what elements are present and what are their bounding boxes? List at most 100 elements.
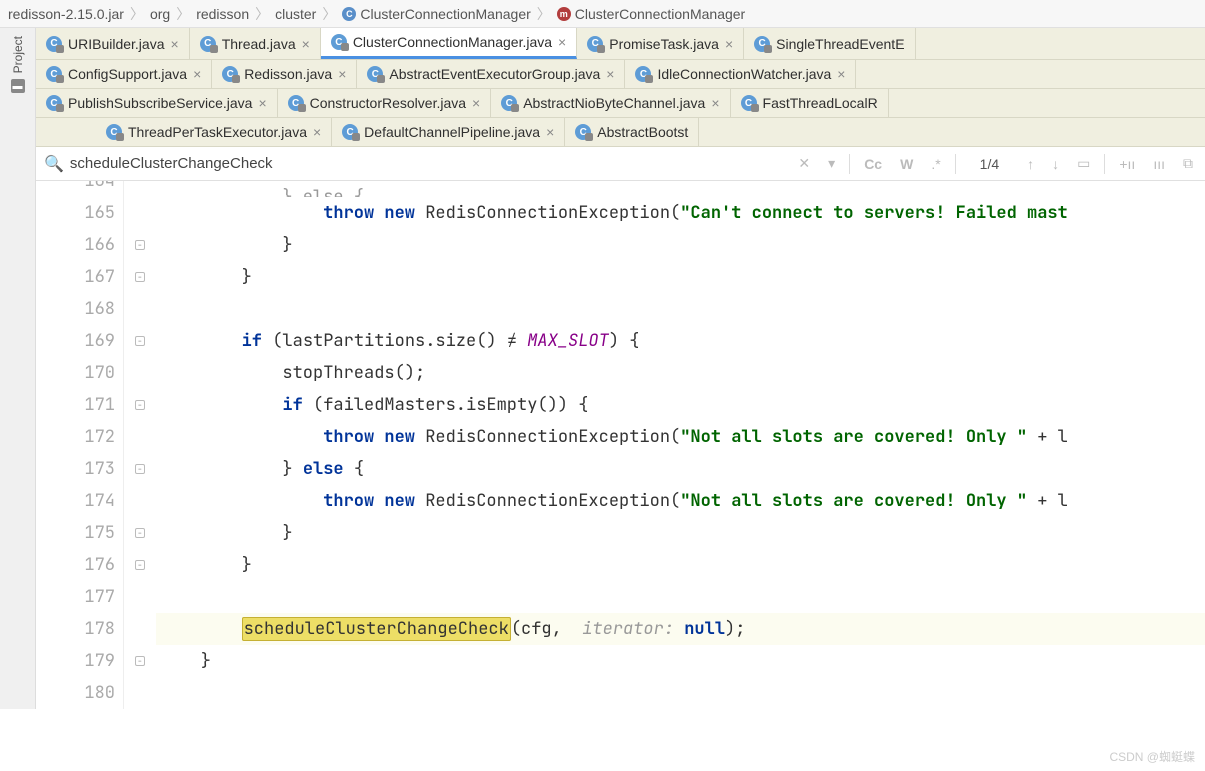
close-tab-icon[interactable]: × — [258, 95, 266, 111]
breadcrumb-item[interactable]: redisson — [196, 6, 249, 22]
close-tab-icon[interactable]: × — [302, 36, 310, 52]
java-class-icon: C — [106, 124, 122, 140]
tab-label: ConfigSupport.java — [68, 66, 187, 82]
fold-icon[interactable]: − — [135, 400, 145, 410]
editor-tab[interactable]: CAbstractBootst — [565, 118, 699, 146]
code-line[interactable]: if (failedMasters.isEmpty()) { — [156, 389, 1205, 421]
code-line[interactable] — [156, 677, 1205, 709]
fold-icon[interactable]: − — [135, 560, 145, 570]
editor-tab[interactable]: C ConfigSupport.java × — [36, 60, 212, 88]
code-editor[interactable]: 1641651661671681691701711721731741751761… — [36, 181, 1205, 709]
editor-tab[interactable]: C FastThreadLocalR — [731, 89, 889, 117]
clear-search-icon[interactable]: ✕ — [794, 153, 814, 174]
code-line[interactable]: } — [156, 229, 1205, 261]
code-line[interactable]: } else { — [156, 453, 1205, 485]
match-case-toggle[interactable]: Cc — [860, 154, 886, 174]
editor-tab[interactable]: CDefaultChannelPipeline.java× — [332, 118, 565, 146]
java-class-icon: C — [200, 36, 216, 52]
fold-icon[interactable]: − — [135, 240, 145, 250]
editor-tab[interactable]: CConstructorResolver.java× — [278, 89, 492, 117]
chevron-right-icon: 〉 — [322, 4, 336, 24]
close-tab-icon[interactable]: × — [837, 66, 845, 82]
code-line[interactable]: } — [156, 261, 1205, 293]
tab-label: PublishSubscribeService.java — [68, 95, 252, 111]
close-tab-icon[interactable]: × — [313, 124, 321, 140]
java-class-icon: C — [741, 95, 757, 111]
close-tab-icon[interactable]: × — [338, 66, 346, 82]
search-icon: 🔍 — [44, 154, 64, 174]
java-class-icon: C — [331, 34, 347, 50]
code-area[interactable]: } else { throw new RedisConnectionExcept… — [156, 181, 1205, 709]
tab-label: ThreadPerTaskExecutor.java — [128, 124, 307, 140]
add-selection-icon[interactable]: +ıı — [1115, 154, 1139, 174]
breadcrumb-item[interactable]: cluster — [275, 6, 316, 22]
editor-tab[interactable]: CThread.java× — [190, 28, 321, 59]
editor-tab[interactable]: CAbstractEventExecutorGroup.java× — [357, 60, 625, 88]
tab-label: FastThreadLocalR — [763, 95, 878, 111]
code-line[interactable]: } — [156, 645, 1205, 677]
close-tab-icon[interactable]: × — [558, 34, 566, 50]
editor-tab[interactable]: CURIBuilder.java× — [36, 28, 190, 59]
breadcrumb-item[interactable]: m ClusterConnectionManager — [557, 6, 745, 22]
editor-tab[interactable]: CIdleConnectionWatcher.java× — [625, 60, 856, 88]
editor-tab[interactable]: CPromiseTask.java× — [577, 28, 744, 59]
code-line[interactable] — [156, 581, 1205, 613]
close-tab-icon[interactable]: × — [171, 36, 179, 52]
breadcrumb-item[interactable]: org — [150, 6, 170, 22]
next-match-icon[interactable]: ↓ — [1048, 154, 1063, 174]
tab-label: URIBuilder.java — [68, 36, 165, 52]
code-line[interactable]: scheduleClusterChangeCheck(cfg, iterator… — [156, 613, 1205, 645]
editor-tab[interactable]: C SingleThreadEventE — [744, 28, 915, 59]
search-history-icon[interactable]: ▾ — [824, 153, 839, 174]
fold-icon[interactable]: − — [135, 272, 145, 282]
select-all-icon[interactable]: ▭ — [1073, 153, 1094, 174]
tab-label: AbstractNioByteChannel.java — [523, 95, 705, 111]
chevron-right-icon: 〉 — [176, 4, 190, 24]
java-class-icon: C — [222, 66, 238, 82]
editor-tab[interactable]: CClusterConnectionManager.java× — [321, 28, 577, 59]
code-line[interactable]: } else { — [156, 181, 1205, 197]
breadcrumb-item[interactable]: C ClusterConnectionManager — [342, 6, 530, 22]
java-class-icon: C — [754, 36, 770, 52]
code-line[interactable]: } — [156, 549, 1205, 581]
tab-label: AbstractBootst — [597, 124, 688, 140]
project-tool-window-bar[interactable]: Project ▬ — [0, 28, 36, 709]
breadcrumb-item[interactable]: redisson-2.15.0.jar — [8, 6, 124, 22]
line-numbers: 1641651661671681691701711721731741751761… — [36, 181, 124, 709]
close-tab-icon[interactable]: × — [193, 66, 201, 82]
tab-label: SingleThreadEventE — [776, 36, 904, 52]
fold-icon[interactable]: − — [135, 656, 145, 666]
close-tab-icon[interactable]: × — [546, 124, 554, 140]
java-class-icon: C — [501, 95, 517, 111]
code-line[interactable]: throw new RedisConnectionException("Can'… — [156, 197, 1205, 229]
code-line[interactable]: throw new RedisConnectionException("Not … — [156, 421, 1205, 453]
fold-icon[interactable]: − — [135, 336, 145, 346]
select-all-occurrences-icon[interactable]: ııı — [1149, 154, 1169, 174]
fold-icon[interactable]: − — [135, 464, 145, 474]
code-line[interactable]: throw new RedisConnectionException("Not … — [156, 485, 1205, 517]
code-line[interactable]: } — [156, 517, 1205, 549]
whole-word-toggle[interactable]: W — [896, 154, 917, 174]
filter-icon[interactable]: ⧉ — [1179, 153, 1197, 174]
editor-tab[interactable]: C AbstractNioByteChannel.java × — [491, 89, 730, 117]
regex-toggle[interactable]: .* — [927, 154, 944, 174]
code-line[interactable]: stopThreads(); — [156, 357, 1205, 389]
fold-icon[interactable]: − — [135, 528, 145, 538]
java-class-icon: C — [635, 66, 651, 82]
code-line[interactable]: if (lastPartitions.size() ≠ MAX_SLOT) { — [156, 325, 1205, 357]
close-tab-icon[interactable]: × — [711, 95, 719, 111]
chevron-right-icon: 〉 — [130, 4, 144, 24]
search-input[interactable] — [70, 155, 795, 172]
tab-label: AbstractEventExecutorGroup.java — [389, 66, 600, 82]
prev-match-icon[interactable]: ↑ — [1023, 154, 1038, 174]
close-tab-icon[interactable]: × — [606, 66, 614, 82]
close-tab-icon[interactable]: × — [725, 36, 733, 52]
editor-tab[interactable]: CRedisson.java× — [212, 60, 357, 88]
java-class-icon: C — [46, 66, 62, 82]
folder-icon: ▬ — [11, 79, 25, 93]
editor-tab[interactable]: C ThreadPerTaskExecutor.java × — [96, 118, 332, 146]
code-line[interactable] — [156, 293, 1205, 325]
close-tab-icon[interactable]: × — [472, 95, 480, 111]
breadcrumbs: redisson-2.15.0.jar 〉 org 〉 redisson 〉 c… — [0, 0, 1205, 28]
editor-tab[interactable]: CPublishSubscribeService.java× — [36, 89, 278, 117]
